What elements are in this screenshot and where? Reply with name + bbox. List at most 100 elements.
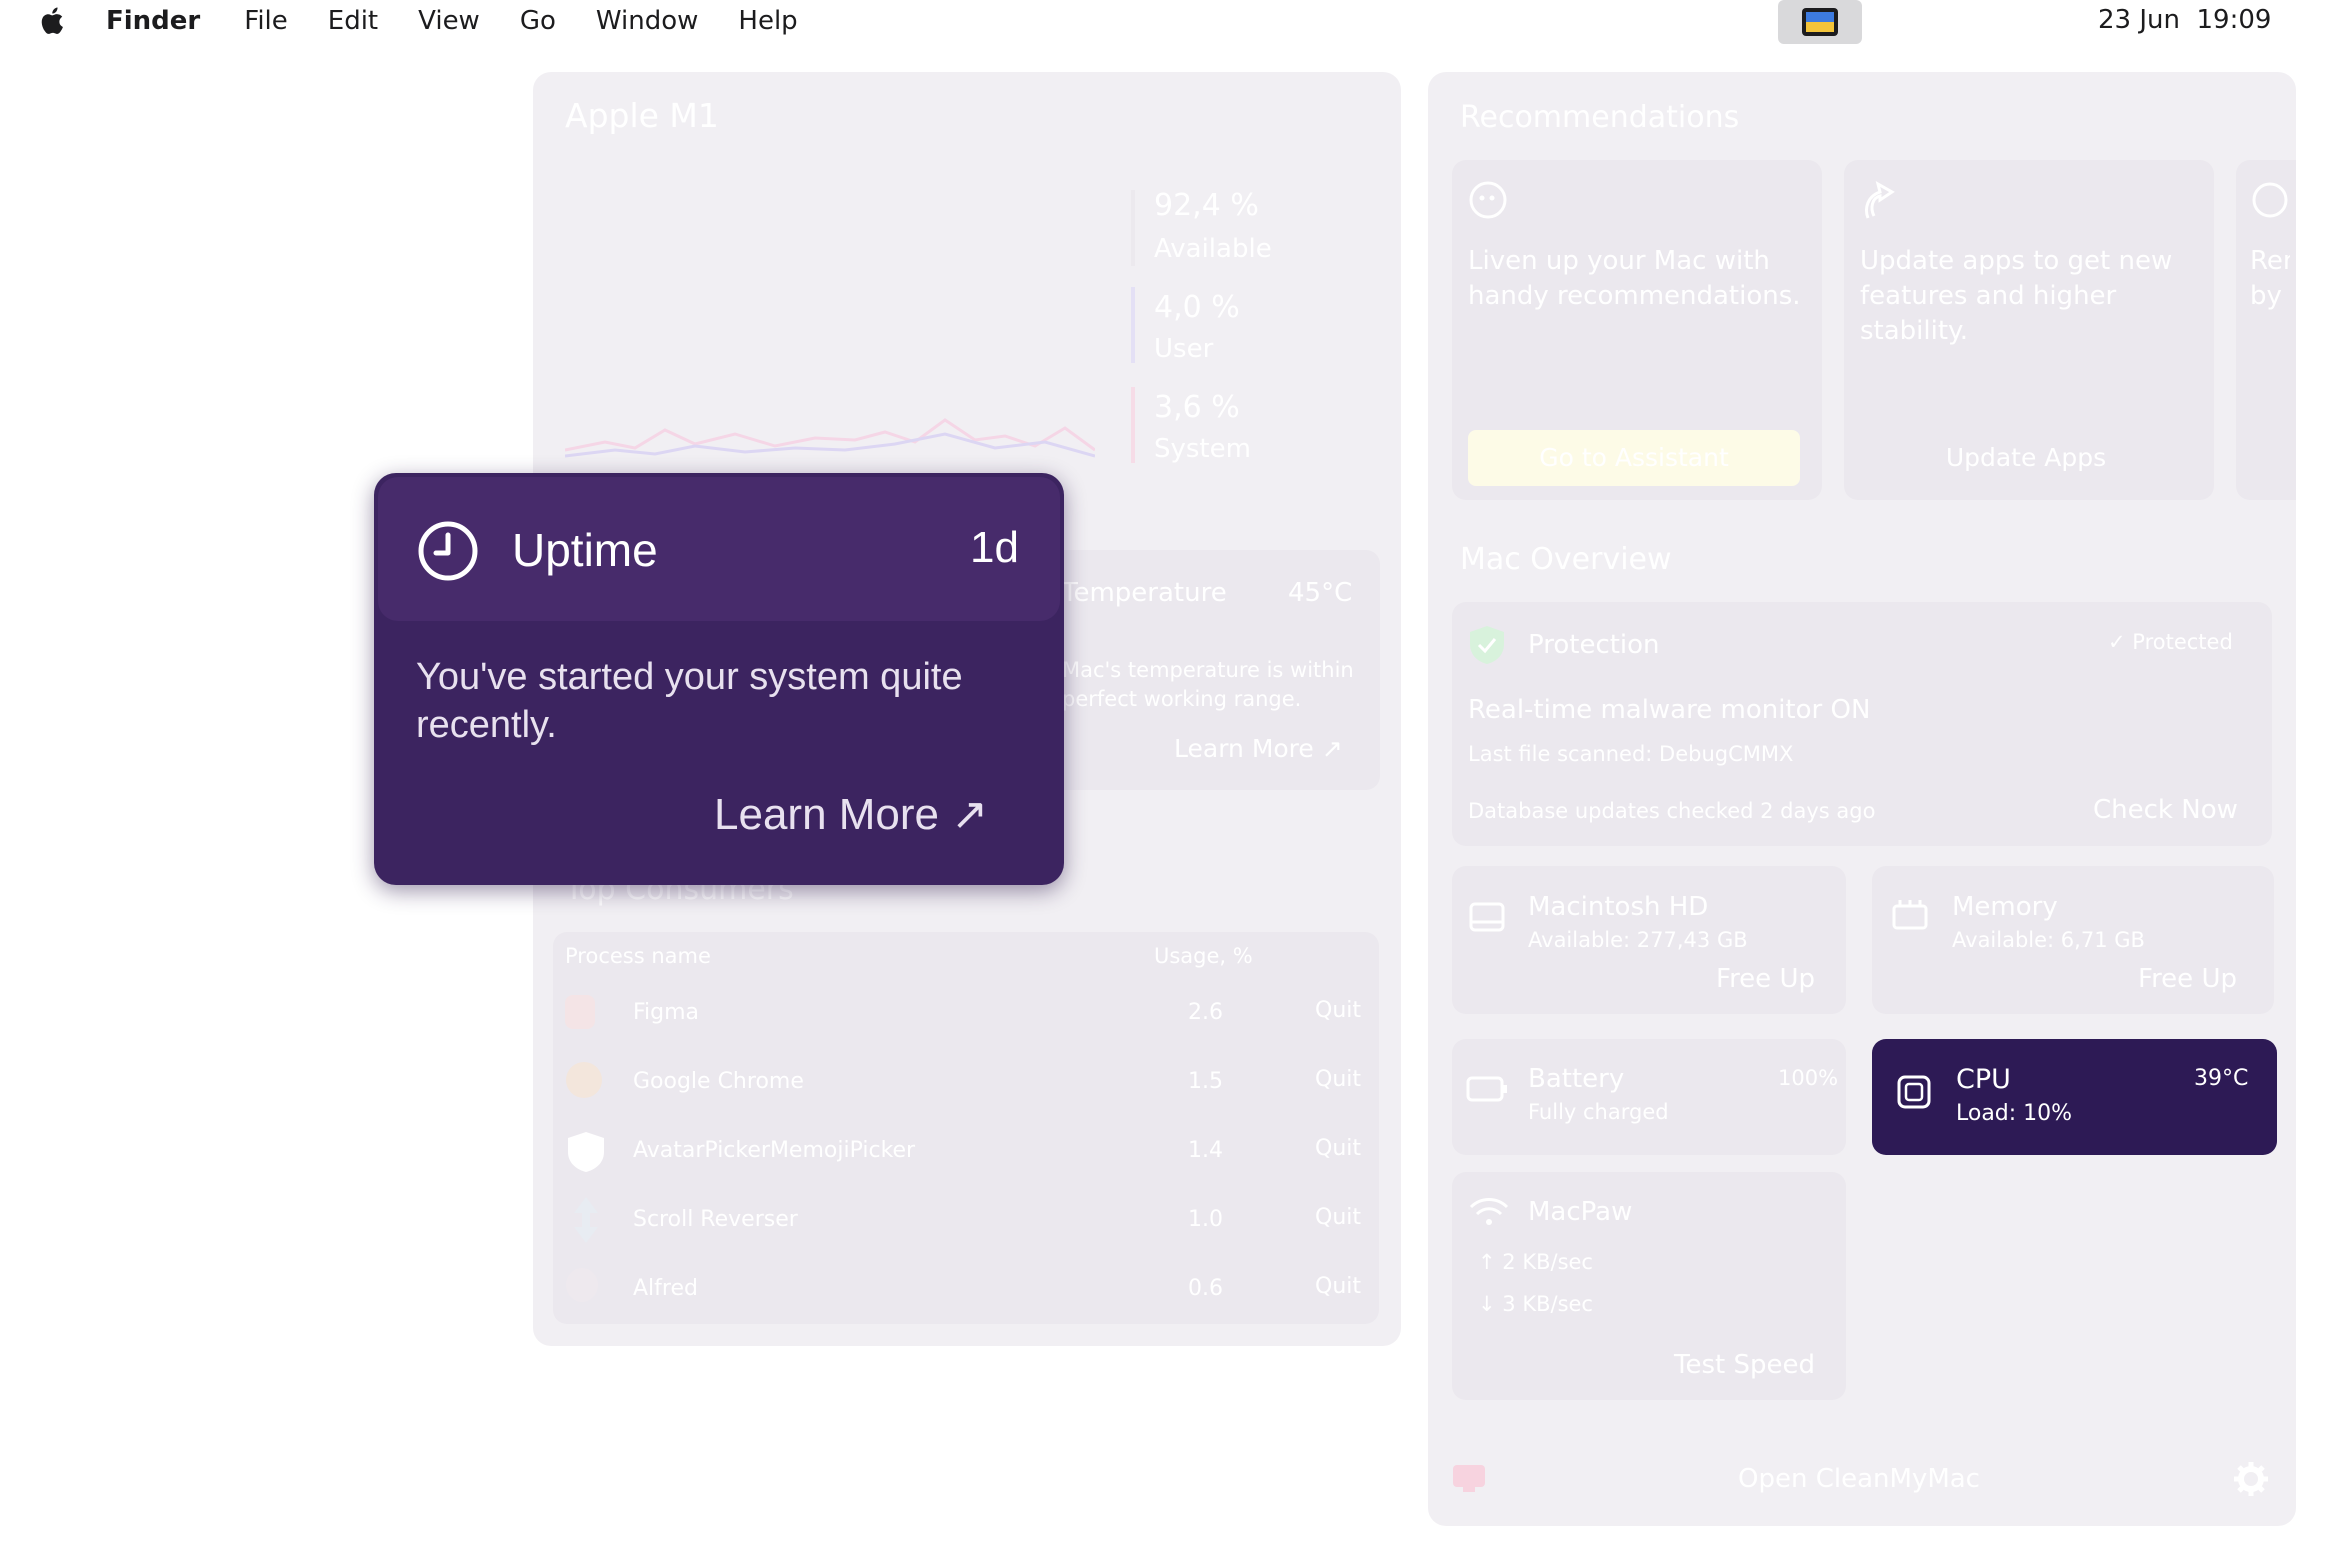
recommendations-title: Recommendations [1460,100,1740,135]
alfred-icon [566,1268,598,1302]
recommendation-text: Rem by [2250,246,2290,311]
menu-file[interactable]: File [244,6,288,36]
uptime-title: Uptime [512,524,658,576]
table-row-usage: 1.0 [1188,1207,1223,1232]
battery-status: Fully charged [1528,1100,1669,1124]
menu-app-name[interactable]: Finder [106,6,200,36]
temperature-learn-more[interactable]: Learn More ↗ [1174,734,1343,763]
menu-edit[interactable]: Edit [328,6,378,36]
cpu-title: CPU [1956,1064,2011,1095]
battery-title: Battery [1528,1064,1625,1094]
menubar-time: 19:09 [2196,5,2272,35]
menu-bar: Finder File Edit View Go Window Help 23 … [0,0,2330,44]
quit-button[interactable]: Quit [1315,998,1361,1023]
wifi-icon [1469,1198,1509,1225]
menu-window[interactable]: Window [596,6,699,36]
cpu-chip-icon [1897,1075,1931,1109]
database-updates: Database updates checked 2 days ago [1468,799,1876,823]
download-speed-value: 3 KB/sec [1502,1292,1593,1316]
sparkle-face-icon [1469,181,1507,219]
col-usage: Usage, % [1154,944,1253,968]
table-row-name: AvatarPickerMemojiPicker [633,1138,916,1163]
user-bar [1131,287,1135,363]
menu-view[interactable]: View [418,6,480,36]
protection-status: ✓ Protected [2108,630,2233,654]
apple-logo-icon[interactable] [36,4,70,38]
clock-icon [418,521,478,581]
mac-overview-title: Mac Overview [1460,542,1672,577]
uptime-popover: Uptime 1d You've started your system qui… [374,473,1064,885]
table-row-usage: 1.5 [1188,1069,1223,1094]
battery-icon [1466,1076,1507,1102]
hard-drive-icon [1469,902,1505,932]
system-value: 3,6 % [1154,390,1240,425]
memory-chip-icon [1892,900,1928,930]
table-row-usage: 0.6 [1188,1276,1223,1301]
download-speed: ↓ 3 KB/sec [1478,1292,1593,1316]
quit-button[interactable]: Quit [1315,1205,1361,1230]
menu-go[interactable]: Go [520,6,556,36]
disk-free-up-button[interactable]: Free Up [1716,964,1815,994]
gear-icon[interactable] [2232,1460,2270,1498]
available-value: 92,4 % [1154,188,1259,223]
disk-title: Macintosh HD [1528,892,1709,922]
table-row-usage: 1.4 [1188,1138,1223,1163]
network-name: MacPaw [1528,1197,1633,1227]
update-apps-button[interactable]: Update Apps [1860,430,2192,486]
table-row-name: Figma [633,1000,700,1025]
battery-level: 100% [1778,1066,1839,1090]
uptime-learn-more-link[interactable]: Learn More ↗ [714,789,988,840]
test-speed-button[interactable]: Test Speed [1674,1350,1815,1380]
scroll-reverser-icon [574,1197,598,1243]
processor-title: Apple M1 [565,96,719,135]
top-consumers-table [553,932,1379,1324]
cleanmymac-logo-icon[interactable] [1450,1462,1488,1494]
memory-free-up-button[interactable]: Free Up [2138,964,2237,994]
figma-icon [565,995,595,1029]
open-cleanmymac-button[interactable]: Open CleanMyMac [1738,1464,1980,1494]
table-row-name: Scroll Reverser [633,1207,798,1232]
quit-button[interactable]: Quit [1315,1136,1361,1161]
memory-title: Memory [1952,892,2058,922]
table-row-name: Google Chrome [633,1069,804,1094]
uptime-value: 1d [970,523,1019,572]
cleanmymac-menubar-icon [1802,8,1838,36]
shield-icon [568,1132,604,1172]
protection-shield-icon [1470,626,1504,664]
col-process-name: Process name [565,944,711,968]
system-label: System [1154,434,1251,464]
system-bar [1131,387,1135,463]
menubar-date: 23 Jun [2098,5,2180,35]
malware-monitor-status: Real-time malware monitor ON [1468,695,1871,725]
user-value: 4,0 % [1154,290,1240,325]
disk-available: Available: 277,43 GB [1528,928,1748,952]
table-row-name: Alfred [633,1276,698,1301]
cpu-load: Load: 10% [1956,1101,2073,1126]
available-label: Available [1154,234,1272,264]
partial-card-button[interactable] [2250,430,2296,486]
temperature-title: Temperature [1062,578,1227,608]
menu-help[interactable]: Help [738,6,797,36]
available-bar [1131,190,1135,266]
table-row-usage: 2.6 [1188,1000,1223,1025]
upload-speed-value: 2 KB/sec [1502,1250,1593,1274]
menu-items: Finder File Edit View Go Window Help [106,6,838,36]
status-item-cleanmymac[interactable] [1778,0,1862,44]
partial-card-icon [2252,182,2288,218]
last-file-scanned: Last file scanned: DebugCMMX [1468,742,1794,766]
protection-status-text: Protected [2132,630,2233,654]
check-now-button[interactable]: Check Now [2093,795,2238,825]
protection-title: Protection [1528,630,1660,660]
quit-button[interactable]: Quit [1315,1274,1361,1299]
memory-available: Available: 6,71 GB [1952,928,2145,952]
chrome-icon [566,1062,602,1098]
menubar-clock[interactable]: 23 Jun 19:09 [2098,5,2271,35]
upload-speed: ↑ 2 KB/sec [1478,1250,1593,1274]
quit-button[interactable]: Quit [1315,1067,1361,1092]
go-to-assistant-button[interactable]: Go to Assistant [1468,430,1800,486]
battery-card [1452,1039,1846,1155]
uptime-header [378,477,1060,621]
recommendation-text: Update apps to get new features and high… [1860,246,2173,346]
cpu-temperature: 39°C [2194,1066,2249,1091]
cpu-load-graph [565,418,1095,458]
